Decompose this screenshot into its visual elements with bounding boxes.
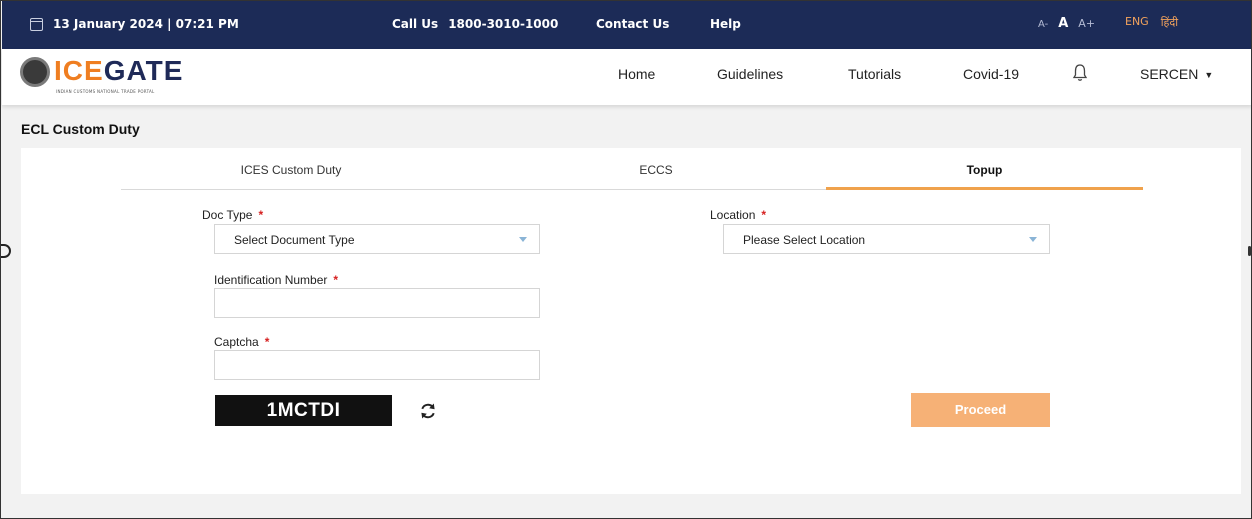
identification-number-field[interactable] [214,288,540,318]
call-us-number: 1800-3010-1000 [448,17,559,31]
captcha-image: 1MCTDI [215,395,392,426]
contact-us-link[interactable]: Contact Us [596,17,669,31]
location-label: Location * [710,208,767,222]
identification-number-label: Identification Number * [214,273,339,287]
top-utility-bar: 13 January 2024 | 07:21 PM Call Us 1800-3… [2,1,1251,49]
doc-type-label: Doc Type * [202,208,264,222]
bell-icon[interactable] [1072,63,1088,83]
right-edge-handle [1248,246,1251,256]
icegate-logo[interactable]: ICEGATE INDIAN CUSTOMS NATIONAL TRADE PO… [20,55,210,101]
required-marker: * [258,208,264,222]
duty-card: ICES Custom Duty ECCS Topup Doc Type * Se… [21,148,1241,494]
active-tab-indicator [826,187,1143,190]
font-size-controls: A- A A+ [1038,16,1095,31]
captcha-label: Captcha * [214,335,270,349]
language-switch: ENG हिंदी [1125,15,1178,30]
left-edge-handle [1,244,11,258]
datetime-display: 13 January 2024 | 07:21 PM [30,17,239,31]
refresh-icon[interactable] [418,401,438,421]
font-increase-button[interactable]: A+ [1078,17,1095,30]
app-window: 13 January 2024 | 07:21 PM Call Us 1800-3… [0,0,1252,519]
tab-topup[interactable]: Topup [826,163,1143,177]
location-value: Please Select Location [743,233,866,247]
page-title: ECL Custom Duty [21,121,140,137]
dropdown-arrow-icon [1029,237,1037,242]
call-us[interactable]: Call Us 1800-3010-1000 [392,17,558,31]
brand-name: ICEGATE [54,55,184,86]
location-select[interactable]: Please Select Location [723,224,1050,254]
tab-eccs[interactable]: ECCS [486,163,826,177]
required-marker: * [333,273,339,287]
tab-bar: ICES Custom Duty ECCS Topup [121,148,1143,190]
nav-covid-19[interactable]: Covid-19 [963,66,1019,82]
required-marker: * [761,208,767,222]
main-navbar: ICEGATE INDIAN CUSTOMS NATIONAL TRADE PO… [2,49,1251,105]
lang-hindi-button[interactable]: हिंदी [1161,15,1178,30]
proceed-button[interactable]: Proceed [911,393,1050,427]
font-decrease-button[interactable]: A- [1038,19,1048,30]
lang-english-button[interactable]: ENG [1125,15,1149,30]
calendar-icon [30,17,43,31]
font-normal-button[interactable]: A [1058,16,1068,31]
tab-ices-custom-duty[interactable]: ICES Custom Duty [121,163,461,177]
datetime-text: 13 January 2024 | 07:21 PM [53,17,239,31]
user-menu[interactable]: SERCEN ▼ [1140,66,1213,82]
nav-home[interactable]: Home [618,66,655,82]
dropdown-arrow-icon [519,237,527,242]
doc-type-value: Select Document Type [234,233,355,247]
captcha-input[interactable] [214,350,540,380]
chevron-down-icon: ▼ [1204,70,1214,81]
brand-tagline: INDIAN CUSTOMS NATIONAL TRADE PORTAL [56,89,155,94]
required-marker: * [264,335,270,349]
nav-tutorials[interactable]: Tutorials [848,66,901,82]
user-name: SERCEN [1140,66,1199,82]
call-us-label: Call Us [392,17,439,31]
doc-type-select[interactable]: Select Document Type [214,224,540,254]
customs-emblem-icon [20,57,50,87]
nav-guidelines[interactable]: Guidelines [717,66,783,82]
help-link[interactable]: Help [710,17,741,31]
